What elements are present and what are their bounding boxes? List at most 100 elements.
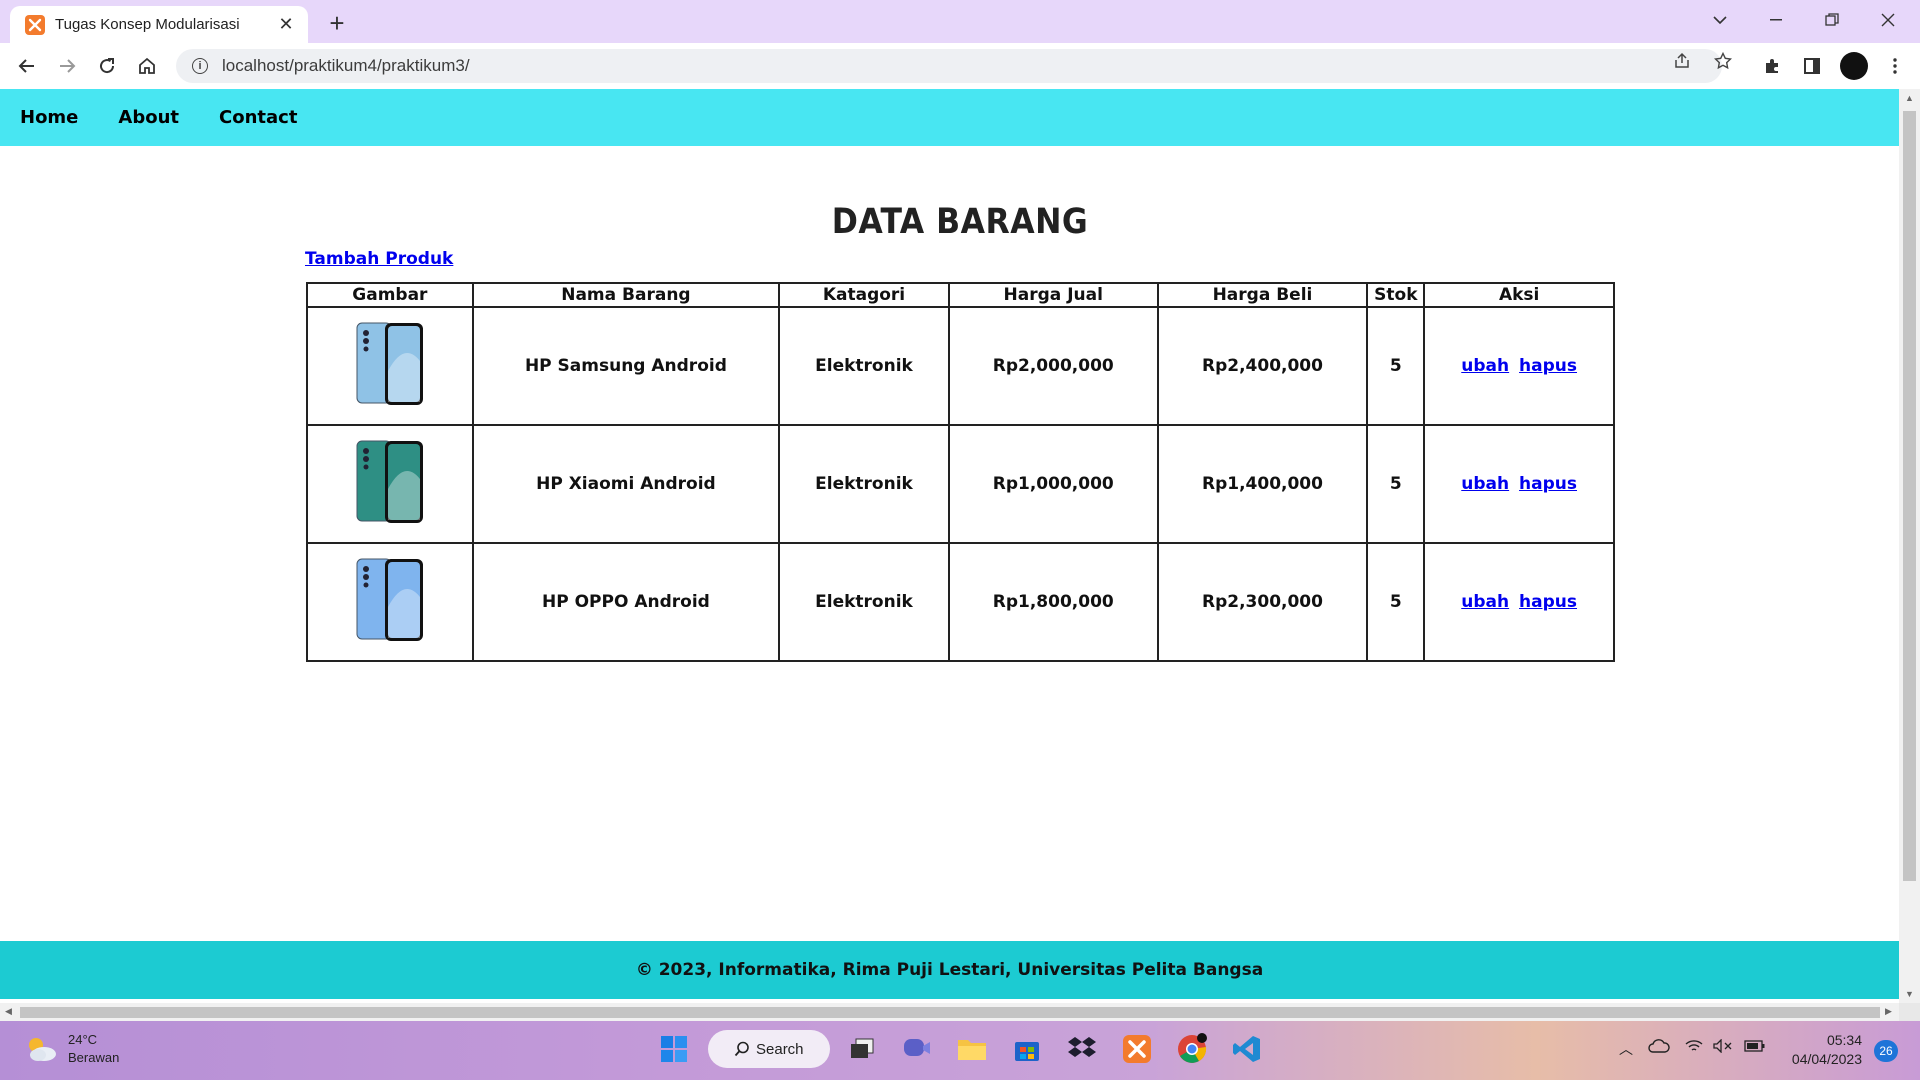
vertical-scrollbar[interactable]: ▲ ▼ bbox=[1899, 89, 1920, 1003]
product-sell-price: Rp1,000,000 bbox=[947, 424, 1159, 544]
top-nav: Home About Contact bbox=[0, 89, 1899, 146]
back-arrow-icon[interactable] bbox=[12, 51, 42, 81]
product-stock: 5 bbox=[1366, 424, 1426, 544]
browser-toolbar: i localhost/praktikum4/praktikum3/ bbox=[0, 43, 1920, 89]
scroll-up-arrow-icon[interactable]: ▲ bbox=[1905, 93, 1914, 103]
weather-temperature: 24°C bbox=[68, 1032, 98, 1047]
browser-tab[interactable]: Tugas Konsep Modularisasi ✕ bbox=[10, 6, 308, 43]
taskbar-clock[interactable]: 05:34 04/04/2023 bbox=[1782, 1031, 1862, 1069]
tab-strip: Tugas Konsep Modularisasi ✕ + bbox=[0, 0, 1920, 43]
site-info-icon[interactable]: i bbox=[192, 58, 208, 74]
table-row: HP Samsung Android Elektronik Rp2,000,00… bbox=[306, 306, 1615, 426]
wifi-icon[interactable] bbox=[1685, 1039, 1703, 1056]
forward-arrow-icon[interactable] bbox=[52, 51, 82, 81]
edit-link[interactable]: ubah bbox=[1461, 592, 1509, 612]
delete-link[interactable]: hapus bbox=[1519, 356, 1577, 376]
delete-link[interactable]: hapus bbox=[1519, 592, 1577, 612]
page-title: DATA BARANG bbox=[831, 202, 1089, 242]
share-icon[interactable] bbox=[1671, 50, 1693, 72]
delete-link[interactable]: hapus bbox=[1519, 474, 1577, 494]
product-stock: 5 bbox=[1366, 306, 1426, 426]
add-product-link[interactable]: Tambah Produk bbox=[305, 249, 453, 269]
product-image-cell bbox=[306, 542, 474, 662]
scrollbar-corner bbox=[1899, 1003, 1920, 1021]
notification-badge[interactable]: 26 bbox=[1874, 1040, 1898, 1062]
header-harga-beli: Harga Beli bbox=[1156, 282, 1369, 308]
page-viewport: Home About Contact DATA BARANG Tambah Pr… bbox=[0, 89, 1899, 1003]
product-buy-price: Rp1,400,000 bbox=[1156, 424, 1369, 544]
nav-contact[interactable]: Contact bbox=[219, 107, 297, 128]
vertical-scroll-thumb[interactable] bbox=[1903, 111, 1916, 881]
header-aksi: Aksi bbox=[1423, 282, 1615, 308]
dropbox-icon[interactable] bbox=[1066, 1033, 1098, 1065]
scroll-down-arrow-icon[interactable]: ▼ bbox=[1905, 989, 1914, 999]
microsoft-store-icon[interactable] bbox=[1011, 1033, 1043, 1065]
product-category: Elektronik bbox=[778, 306, 950, 426]
tray-overflow-chevron-icon[interactable]: ︿ bbox=[1619, 1039, 1633, 1059]
new-tab-button[interactable]: + bbox=[322, 8, 352, 38]
close-window-button[interactable] bbox=[1860, 0, 1916, 40]
product-buy-price: Rp2,400,000 bbox=[1156, 306, 1369, 426]
taskbar-search[interactable]: Search bbox=[708, 1030, 830, 1068]
battery-icon[interactable] bbox=[1744, 1039, 1766, 1056]
chrome-icon[interactable] bbox=[1176, 1033, 1208, 1065]
product-category: Elektronik bbox=[778, 424, 950, 544]
edit-link[interactable]: ubah bbox=[1461, 474, 1509, 494]
product-buy-price: Rp2,300,000 bbox=[1156, 542, 1369, 662]
xampp-favicon-icon bbox=[25, 14, 45, 35]
weather-condition: Berawan bbox=[68, 1050, 120, 1065]
tab-search-chevron-icon[interactable] bbox=[1692, 0, 1748, 40]
weather-widget[interactable]: 24°C Berawan bbox=[24, 1031, 119, 1067]
minimize-button[interactable] bbox=[1748, 0, 1804, 40]
horizontal-scroll-thumb[interactable] bbox=[20, 1007, 1880, 1018]
header-katagori: Katagori bbox=[778, 282, 950, 308]
phone-image bbox=[355, 439, 425, 525]
windows-start-icon[interactable] bbox=[658, 1033, 690, 1065]
header-gambar: Gambar bbox=[306, 282, 474, 308]
restore-button[interactable] bbox=[1804, 0, 1860, 40]
header-nama-barang: Nama Barang bbox=[471, 282, 781, 308]
tab-close-icon[interactable]: ✕ bbox=[276, 14, 296, 35]
reload-icon[interactable] bbox=[92, 51, 122, 81]
side-panel-icon[interactable] bbox=[1797, 51, 1827, 81]
address-url: localhost/praktikum4/praktikum3/ bbox=[222, 56, 470, 75]
search-icon bbox=[734, 1041, 749, 1057]
vscode-icon[interactable] bbox=[1231, 1033, 1263, 1065]
address-bar[interactable]: i localhost/praktikum4/praktikum3/ bbox=[176, 49, 1722, 83]
table-row: HP Xiaomi Android Elektronik Rp1,000,000… bbox=[306, 424, 1615, 544]
profile-avatar[interactable] bbox=[1840, 52, 1868, 80]
nav-about[interactable]: About bbox=[118, 107, 179, 128]
header-stok: Stok bbox=[1366, 282, 1426, 308]
product-image-cell bbox=[306, 306, 474, 426]
scroll-right-arrow-icon[interactable]: ▶ bbox=[1885, 1006, 1892, 1017]
product-sell-price: Rp1,800,000 bbox=[947, 542, 1159, 662]
taskbar: 24°C Berawan Search ︿ 05:34 04/04/2023 2… bbox=[0, 1021, 1920, 1080]
teams-chat-icon[interactable] bbox=[901, 1033, 933, 1065]
product-table: Gambar Nama Barang Katagori Harga Jual H… bbox=[306, 282, 1615, 662]
search-label: Search bbox=[756, 1040, 804, 1058]
nav-home[interactable]: Home bbox=[20, 107, 78, 128]
horizontal-scrollbar[interactable]: ◀ ▶ bbox=[0, 1003, 1899, 1021]
page-footer: © 2023, Informatika, Rima Puji Lestari, … bbox=[0, 941, 1899, 999]
product-stock: 5 bbox=[1366, 542, 1426, 662]
product-image-cell bbox=[306, 424, 474, 544]
product-name: HP Samsung Android bbox=[471, 306, 781, 426]
scroll-left-arrow-icon[interactable]: ◀ bbox=[5, 1006, 12, 1017]
edit-link[interactable]: ubah bbox=[1461, 356, 1509, 376]
actions-cell: ubah hapus bbox=[1423, 306, 1615, 426]
speaker-muted-icon[interactable] bbox=[1713, 1038, 1733, 1056]
table-row: HP OPPO Android Elektronik Rp1,800,000 R… bbox=[306, 542, 1615, 662]
file-explorer-icon[interactable] bbox=[956, 1033, 988, 1065]
task-view-icon[interactable] bbox=[846, 1033, 878, 1065]
table-header-row: Gambar Nama Barang Katagori Harga Jual H… bbox=[306, 282, 1615, 308]
product-name: HP Xiaomi Android bbox=[471, 424, 781, 544]
partly-cloudy-icon bbox=[24, 1034, 58, 1064]
menu-kebab-icon[interactable] bbox=[1880, 51, 1910, 81]
home-icon[interactable] bbox=[132, 51, 162, 81]
onedrive-cloud-icon[interactable] bbox=[1648, 1039, 1670, 1056]
bookmark-star-icon[interactable] bbox=[1712, 50, 1734, 72]
clock-time: 05:34 bbox=[1826, 1032, 1862, 1048]
extensions-puzzle-icon[interactable] bbox=[1757, 51, 1787, 81]
phone-image bbox=[355, 321, 425, 407]
xampp-icon[interactable] bbox=[1121, 1033, 1153, 1065]
